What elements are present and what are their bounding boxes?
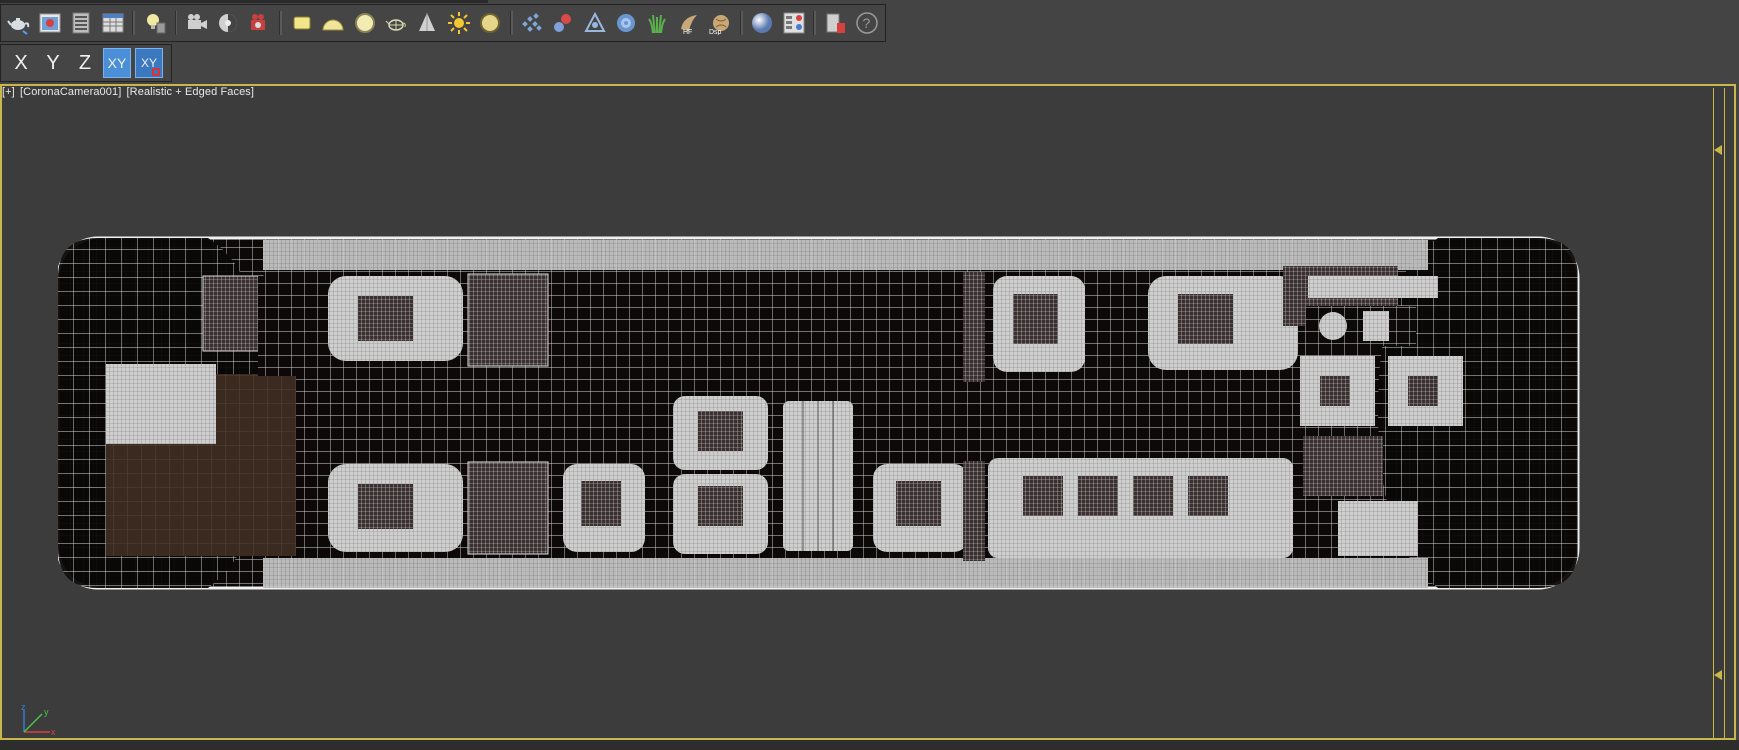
disc-light-icon[interactable] [476,8,503,38]
toolbar-separator [174,11,178,35]
aircraft-interior-model[interactable] [56,236,1583,597]
viewport-right-strip [1713,88,1725,738]
gizmo-z-label: z [21,704,26,712]
grass-icon[interactable] [644,8,671,38]
time-marker-icon [1714,670,1722,680]
viewport-camera-menu[interactable]: [CoronaCamera001] [20,86,121,98]
render-frame-window-icon[interactable] [36,8,63,38]
toolbar-separator [739,11,743,35]
axis-gizmo: z y x [18,702,58,743]
pattern-icon[interactable] [612,8,639,38]
axis-xy-button[interactable]: XY [103,48,131,78]
light-lister-icon[interactable] [141,8,168,38]
interactive-render-icon[interactable] [215,8,242,38]
svg-text:?: ? [863,15,871,31]
bottom-bar [0,740,1739,750]
distance-icon[interactable] [581,8,608,38]
viewport-plus-menu[interactable]: [+] [2,86,15,98]
toolbar-separator [132,11,136,35]
top-strip [0,0,488,3]
teapot-render-icon[interactable] [5,8,32,38]
axis-y-button[interactable]: Y [39,48,67,78]
proxy-icon[interactable] [550,8,577,38]
main-toolbar: HF Dsp ? [0,4,886,42]
axis-xy-lock-button[interactable]: XY [135,48,163,78]
material-sphere-icon[interactable] [749,8,776,38]
material-library-icon[interactable] [780,8,807,38]
axis-constraints-toolbar: X Y Z XY XY [0,44,172,82]
render-messages-icon[interactable] [99,8,126,38]
converter-icon[interactable] [822,8,849,38]
plane-light-icon[interactable] [288,8,315,38]
axis-x-button[interactable]: X [7,48,35,78]
viewport-shading-menu[interactable]: [Realistic + Edged Faces] [127,86,255,98]
render-camera-icon[interactable] [246,8,273,38]
teapot-light-icon[interactable] [382,8,409,38]
gizmo-y-label: y [44,707,49,717]
dome-light-icon[interactable] [320,8,347,38]
camera-icon[interactable] [183,8,210,38]
hair-fur-icon[interactable]: HF [675,8,702,38]
toolbar-separator [279,11,283,35]
render-setup-icon[interactable] [68,8,95,38]
viewport-label: [+] [CoronaCamera001] [Realistic + Edged… [2,86,256,98]
time-marker-icon [1714,145,1722,155]
toolbar-separator [509,11,513,35]
svg-text:Dsp: Dsp [709,29,722,35]
lock-icon [152,68,160,76]
axis-z-button[interactable]: Z [71,48,99,78]
gizmo-x-label: x [51,727,56,737]
toolbar-separator [813,11,817,35]
cone-light-icon[interactable] [414,8,441,38]
help-icon[interactable]: ? [854,8,881,38]
sphere-light-icon[interactable] [351,8,378,38]
svg-text:HF: HF [683,29,692,35]
sun-icon[interactable] [445,8,472,38]
scatter-icon[interactable] [519,8,546,38]
displacement-icon[interactable]: Dsp [706,8,733,38]
